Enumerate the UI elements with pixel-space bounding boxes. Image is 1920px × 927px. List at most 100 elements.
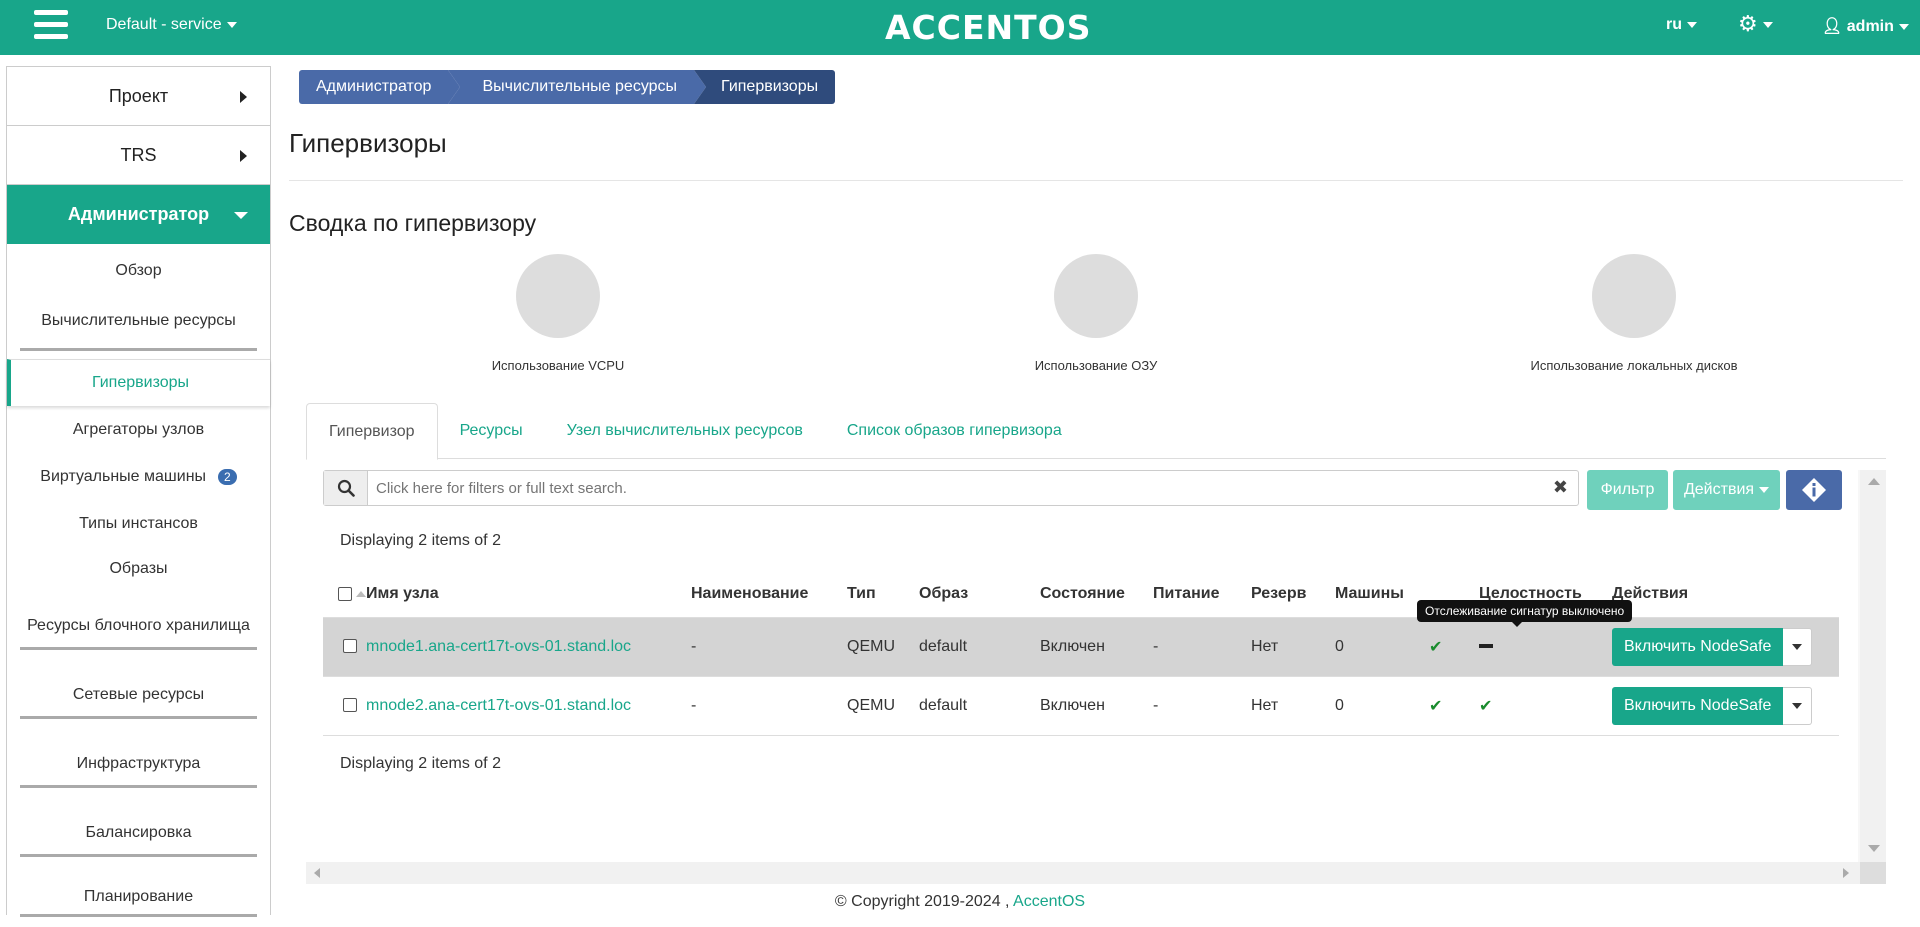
sidebar-item-instances[interactable]: Виртуальные машины 2: [7, 453, 270, 500]
scroll-right-icon[interactable]: [1843, 868, 1849, 878]
col-name[interactable]: Наименование: [691, 571, 847, 617]
sidebar-item-images[interactable]: Образы: [7, 547, 270, 591]
divider: [289, 180, 1903, 181]
logo: ACCENTOS: [885, 8, 1092, 47]
col-machines[interactable]: Машины: [1335, 571, 1429, 617]
scroll-up-icon[interactable]: [1868, 478, 1880, 485]
user-menu[interactable]: 👤︎ admin: [1822, 16, 1909, 36]
col-type[interactable]: Тип: [847, 571, 919, 617]
host-link[interactable]: mnode2.ana-cert17t-ovs-01.stand.loc: [366, 697, 631, 714]
sidebar-group-block-storage[interactable]: Ресурсы блочного хранилища: [7, 591, 270, 660]
tab-hypervisor[interactable]: Гипервизор: [306, 403, 438, 460]
actions-cell: Включить NodeSafe: [1612, 675, 1839, 736]
scroll-down-icon[interactable]: [1868, 845, 1880, 852]
row-checkbox[interactable]: [343, 639, 357, 654]
vertical-scrollbar[interactable]: [1860, 470, 1886, 862]
image-cell: default: [919, 616, 1040, 676]
sidebar-group-network[interactable]: Сетевые ресурсы: [7, 660, 270, 729]
sidebar-section-admin[interactable]: Администратор: [7, 185, 270, 244]
actions-label: Действия: [1683, 481, 1755, 498]
horizontal-scrollbar[interactable]: [306, 862, 1886, 884]
breadcrumb-item-admin[interactable]: Администратор: [299, 70, 461, 104]
scroll-left-icon[interactable]: [314, 868, 320, 878]
search-button[interactable]: [324, 471, 368, 505]
power-cell: -: [1153, 616, 1251, 676]
reserve-cell: Нет: [1251, 616, 1335, 676]
sidebar-item-label: Обзор: [115, 262, 162, 279]
row-checkbox[interactable]: [343, 698, 357, 713]
user-label: admin: [1846, 18, 1894, 35]
enable-nodesafe-button[interactable]: Включить NodeSafe: [1612, 686, 1784, 725]
host-link[interactable]: mnode1.ana-cert17t-ovs-01.stand.loc: [366, 638, 631, 655]
summary-title: Сводка по гипервизору: [289, 210, 537, 236]
footer-link[interactable]: AccentOS: [1013, 893, 1085, 910]
col-host[interactable]: Имя узла: [366, 571, 691, 617]
actions-button[interactable]: Действия: [1673, 470, 1780, 510]
name-cell: -: [691, 616, 847, 676]
row-actions-dropdown[interactable]: [1783, 627, 1813, 666]
info-button[interactable]: [1786, 470, 1842, 510]
sidebar-item-flavors[interactable]: Типы инстансов: [7, 500, 270, 547]
sidebar-group-label: Сетевые ресурсы: [72, 685, 205, 703]
settings-menu[interactable]: ⚙: [1738, 13, 1773, 35]
sidebar-group-label: Балансировка: [85, 823, 192, 841]
col-reserve[interactable]: Резерв: [1251, 571, 1335, 617]
image-cell: default: [919, 675, 1040, 736]
language-label: ru: [1666, 16, 1682, 33]
close-icon[interactable]: ✖: [1553, 477, 1568, 498]
search-bar: ✖: [323, 470, 1579, 506]
top-bar: Default - service ACCENTOS ru ⚙ 👤︎ admin: [0, 0, 1920, 55]
integrity-cell: ✔: [1479, 675, 1612, 736]
integrity-tooltip: Отслеживание сигнатур выключено: [1417, 600, 1633, 627]
sidebar-item-label: Типы инстансов: [79, 514, 198, 532]
sort-icon[interactable]: [356, 590, 366, 597]
sidebar: Проект TRS Администратор Обзор Вычислите…: [6, 66, 271, 917]
panel-content: ✖ Фильтр Действия Displaying 2 items of …: [306, 470, 1858, 862]
project-selector[interactable]: Default - service: [106, 16, 237, 34]
sidebar-section-label: TRS: [120, 144, 157, 165]
tab-resources[interactable]: Ресурсы: [438, 403, 545, 459]
sidebar-item-compute[interactable]: Вычислительные ресурсы: [7, 290, 270, 351]
breadcrumb-item-compute[interactable]: Вычислительные ресурсы: [448, 70, 706, 104]
sidebar-item-overview[interactable]: Обзор: [7, 252, 270, 290]
sidebar-group-infrastructure[interactable]: Инфраструктура: [7, 729, 270, 798]
reserve-cell: Нет: [1251, 675, 1335, 736]
menu-icon[interactable]: [34, 10, 68, 42]
check-icon: ✔: [1429, 697, 1443, 715]
language-selector[interactable]: ru: [1666, 16, 1697, 34]
col-power[interactable]: Питание: [1153, 571, 1251, 617]
table-row: mnode1.ana-cert17t-ovs-01.stand.loc - QE…: [323, 616, 1839, 676]
minus-icon[interactable]: [1479, 644, 1493, 649]
scrollbar-corner: [1860, 862, 1886, 884]
filter-button[interactable]: Фильтр: [1587, 470, 1668, 510]
enable-nodesafe-button[interactable]: Включить NodeSafe: [1612, 627, 1784, 666]
sidebar-section-label: Администратор: [67, 204, 210, 224]
col-image[interactable]: Образ: [919, 571, 1040, 617]
ram-usage-label: Использование ОЗУ: [1034, 358, 1158, 373]
sidebar-item-aggregates[interactable]: Агрегаторы узлов: [7, 406, 270, 453]
sidebar-item-hypervisors[interactable]: Гипервизоры: [7, 359, 270, 406]
tab-image-list[interactable]: Список образов гипервизора: [825, 403, 1084, 459]
tab-compute-node[interactable]: Узел вычислительных ресурсов: [545, 403, 825, 459]
search-input[interactable]: [376, 471, 1546, 505]
chevron-down-icon: [1792, 643, 1803, 650]
sidebar-group-label: Инфраструктура: [76, 754, 201, 772]
host-cell: mnode1.ana-cert17t-ovs-01.stand.loc: [366, 616, 691, 676]
tab-bar: Гипервизор Ресурсы Узел вычислительных р…: [306, 403, 1886, 460]
row-actions-dropdown[interactable]: [1783, 686, 1813, 725]
col-state[interactable]: Состояние: [1040, 571, 1153, 617]
state-cell: Включен: [1040, 675, 1153, 736]
sidebar-item-label: Образы: [109, 560, 168, 577]
select-all-checkbox[interactable]: [338, 586, 352, 601]
page-title: Гипервизоры: [289, 128, 447, 158]
sidebar-section-project[interactable]: Проект: [7, 67, 270, 126]
sidebar-section-trs[interactable]: TRS: [7, 126, 270, 185]
display-count-bottom: Displaying 2 items of 2: [340, 755, 501, 772]
info-icon: [1802, 478, 1826, 502]
row-action-group: Включить NodeSafe: [1612, 686, 1813, 725]
copyright-text: © Copyright 2019-2024 ,: [834, 893, 1010, 910]
actions-cell: Включить NodeSafe: [1612, 616, 1839, 676]
user-icon: 👤︎: [1822, 18, 1843, 35]
sidebar-group-label: Ресурсы блочного хранилища: [27, 616, 250, 634]
sidebar-group-balancing[interactable]: Балансировка: [7, 798, 270, 867]
